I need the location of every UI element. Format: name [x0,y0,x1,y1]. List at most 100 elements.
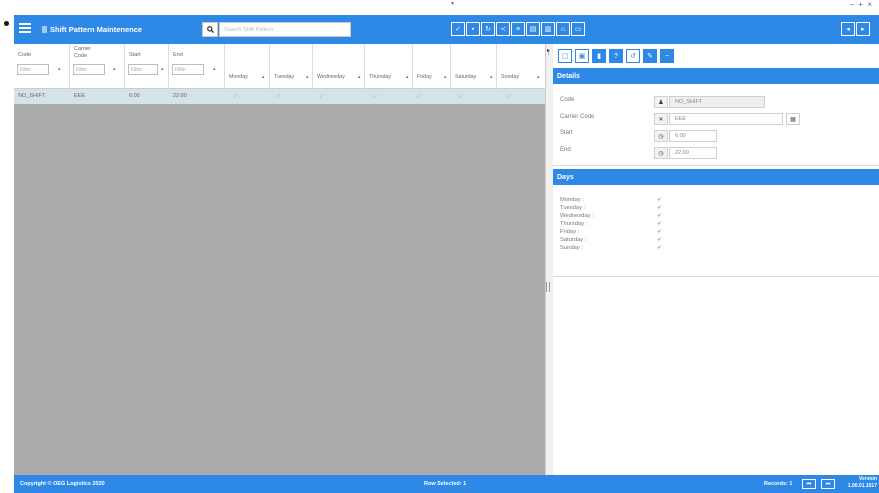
first-page-icon[interactable]: ⏮ [802,479,816,489]
sort-caret-icon[interactable]: ▴ [444,74,447,80]
column-label: Tuesday [274,74,295,80]
section-divider [553,165,879,166]
day-label: Thursday : [560,221,588,227]
top-caret-icon[interactable]: ▾ [451,0,454,7]
saturday-check-icon[interactable]: ✓ [657,237,662,243]
clock-icon: ◷ [654,147,668,159]
cell-carrier-code: EEE [74,93,86,99]
code-label: Code [560,97,575,103]
home-icon[interactable]: ⌂ [556,22,570,36]
window-icon[interactable]: ▭ [571,22,585,36]
sort-caret-icon[interactable]: ▴ [213,66,216,72]
app-title: Shift Pattern Maintenence [42,25,142,34]
edit-icon[interactable]: ✎ [643,49,657,63]
day-label: Sunday : [560,245,583,251]
share-icon[interactable]: ≺ [496,22,510,36]
column-code: Code ▴ [14,44,70,89]
column-tuesday[interactable]: Tuesday ▴ [270,44,313,89]
column-wednesday[interactable]: Wednesday ▴ [313,44,365,89]
document-alt-icon[interactable]: ▥ [541,22,555,36]
check-icon[interactable]: ✓ [451,22,465,36]
day-item-monday: Monday : ✓ [560,197,680,203]
cell-end: 22:00 [173,93,187,99]
window-controls[interactable]: – + × [850,0,873,9]
sort-caret-icon[interactable]: ▴ [358,74,361,80]
cell-start: 6:00 [129,93,140,99]
tuesday-check-icon[interactable]: ✓ [657,205,662,211]
carrier-code-label: Carrier Code [560,114,595,120]
monday-check-icon[interactable]: ✓ [657,197,662,203]
column-start: Start ▴ [125,44,169,89]
day-item-thursday: Thursday : ✓ [560,221,680,227]
sort-caret-icon[interactable]: ▴ [58,66,61,72]
minus-icon[interactable]: − [660,49,674,63]
column-sunday[interactable]: Sunday ▴ [497,44,545,89]
column-end: End ▴ [169,44,225,89]
app-logo-icon [42,26,47,33]
column-carrier-code: Carrier Code ▴ [70,44,125,89]
document-icon[interactable]: ▤ [526,22,540,36]
friday-check-icon[interactable]: ✓ [657,229,662,235]
code-field: NO_SHIFT [669,96,765,108]
start-filter-input[interactable] [128,64,158,75]
save-icon[interactable]: ▪ [466,22,480,36]
column-label: Wednesday [317,74,345,80]
day-item-friday: Friday : ✓ [560,229,680,235]
grid-panel: Code ▴ Carrier Code ▴ Start ▴ End ▴ Mond… [14,44,545,475]
hamburger-menu-icon[interactable] [19,23,31,33]
sort-caret-icon[interactable]: ▴ [113,66,116,72]
day-item-sunday: Sunday : ✓ [560,245,680,251]
version-label: Version [858,476,877,482]
carrier-code-filter-input[interactable] [73,64,105,75]
cell-thursday-check-icon: ✓ [373,94,379,100]
sunday-check-icon[interactable]: ✓ [657,245,662,251]
refresh-icon[interactable]: ↻ [481,22,495,36]
end-filter-input[interactable] [172,64,204,75]
column-monday[interactable]: Monday ▴ [225,44,270,89]
end-time-field[interactable]: 22:00 [669,147,717,159]
nav-toolbar: ◂ ▸ [841,22,870,36]
back-icon[interactable]: ◂ [841,22,855,36]
detail-panel: ▢ ▣ ▮ ? ↺ ✎ − Details Code ♟ NO_SHIFT Ca… [553,44,879,475]
sort-caret-icon[interactable]: ▴ [262,74,265,80]
day-label: Wednesday : [560,213,594,219]
search-input[interactable] [219,22,351,37]
thursday-check-icon[interactable]: ✓ [657,221,662,227]
undo-icon[interactable]: ↺ [626,49,640,63]
day-label: Friday : [560,229,580,235]
sort-caret-icon[interactable]: ▴ [537,74,540,80]
cell-code: NO_SHIFT [18,93,46,99]
column-friday[interactable]: Friday ▴ [413,44,451,89]
table-row[interactable]: NO_SHIFT EEE 6:00 22:00 ✓ ✓ ✓ ✓ ✓ ✓ ✓ [14,89,545,104]
copy-icon[interactable]: ▣ [575,49,589,63]
help-icon[interactable]: ? [609,49,623,63]
search-icon[interactable] [202,22,218,37]
column-thursday[interactable]: Thursday ▴ [365,44,413,89]
version-info: Version 1.00.01.1017 [848,476,877,490]
sort-caret-icon[interactable]: ▴ [306,74,309,80]
version-number: 1.00.01.1017 [847,483,877,489]
row-selected-text: Row Selected: 1 [424,481,467,487]
delete-icon[interactable]: ▮ [592,49,606,63]
records-count: Records: 1 [764,481,793,487]
code-filter-input[interactable] [17,64,49,75]
sort-caret-icon[interactable]: ▴ [161,66,164,72]
sort-caret-icon[interactable]: ▴ [490,74,493,80]
column-saturday[interactable]: Saturday ▴ [451,44,497,89]
carrier-code-field[interactable]: EEE [669,113,783,125]
wednesday-check-icon[interactable]: ✓ [657,213,662,219]
panel-splitter[interactable]: ▸ ⁞ [545,44,553,475]
cell-sunday-check-icon: ✓ [507,94,513,100]
day-label: Tuesday : [560,205,586,211]
new-icon[interactable]: ▢ [558,49,572,63]
start-time-field[interactable]: 6:00 [669,130,717,142]
last-page-icon[interactable]: ⏭ [821,479,835,489]
end-label: End [560,147,571,153]
calendar-lookup-icon[interactable]: ▦ [786,113,800,125]
day-item-saturday: Saturday : ✓ [560,237,680,243]
list-icon[interactable]: ≡ [511,22,525,36]
days-header: Days [553,169,879,185]
forward-icon[interactable]: ▸ [856,22,870,36]
splitter-handle[interactable] [546,282,550,292]
sort-caret-icon[interactable]: ▴ [406,74,409,80]
